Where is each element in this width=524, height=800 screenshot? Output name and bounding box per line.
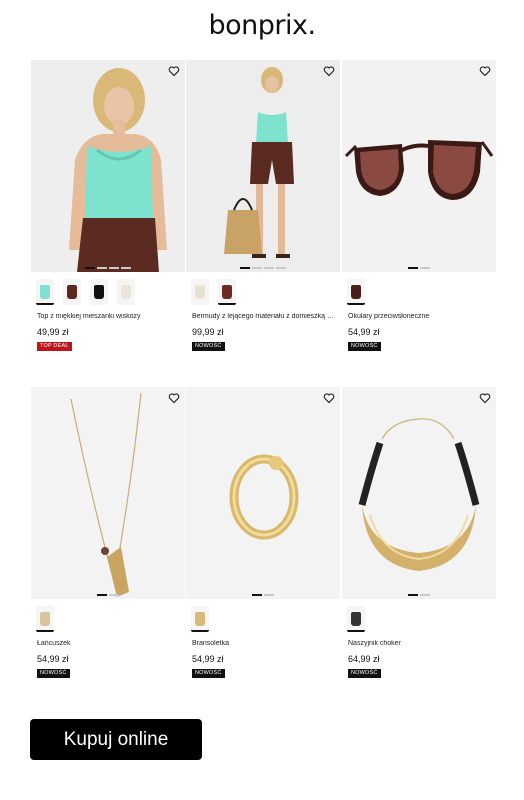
heart-icon[interactable]	[168, 65, 180, 77]
image-pager[interactable]	[97, 594, 119, 596]
product-image[interactable]	[342, 387, 496, 599]
image-pager[interactable]	[85, 267, 131, 269]
color-swatches	[36, 279, 135, 305]
product-card-top[interactable]: Top z miękkiej mieszanki wiskozy 49,99 z…	[31, 60, 185, 351]
product-card-choker[interactable]: Naszyjnik choker 64,99 zł NOWOŚĆ	[342, 387, 496, 678]
product-image[interactable]	[31, 387, 185, 599]
product-card-okulary[interactable]: Okulary przeciwsłoneczne 54,99 zł NOWOŚĆ	[342, 60, 496, 351]
necklace-chain-illustration	[31, 387, 185, 599]
product-name[interactable]: Top z miękkiej mieszanki wiskozy	[37, 313, 183, 320]
swatch-mint[interactable]	[36, 279, 54, 305]
heart-icon[interactable]	[168, 392, 180, 404]
bracelet-illustration	[186, 387, 340, 599]
product-badge: NOWOŚĆ	[192, 669, 225, 678]
product-name[interactable]: Okulary przeciwsłoneczne	[348, 313, 494, 320]
color-swatches	[191, 279, 236, 305]
product-price: 64,99 zł	[348, 654, 380, 664]
color-swatches	[347, 606, 365, 632]
product-name[interactable]: Bransoletka	[192, 640, 338, 647]
swatch-cream[interactable]	[117, 279, 135, 305]
image-pager[interactable]	[240, 267, 286, 269]
product-price: 54,99 zł	[37, 654, 69, 664]
heart-icon[interactable]	[479, 392, 491, 404]
shop-online-button[interactable]: Kupuj online	[30, 719, 202, 760]
image-pager[interactable]	[252, 594, 274, 596]
swatch-brown[interactable]	[347, 279, 365, 305]
product-price: 54,99 zł	[348, 327, 380, 337]
product-name[interactable]: Naszyjnik choker	[348, 640, 494, 647]
image-pager[interactable]	[408, 267, 430, 269]
model-bermudy-illustration	[186, 60, 340, 272]
brand-logo[interactable]: bonprix.	[0, 10, 524, 41]
product-name[interactable]: Bermudy z lejącego materiału z domieszką…	[192, 313, 338, 320]
swatch-gold[interactable]	[36, 606, 54, 632]
sunglasses-illustration	[342, 60, 496, 272]
swatch-gold[interactable]	[191, 606, 209, 632]
heart-icon[interactable]	[323, 65, 335, 77]
heart-icon[interactable]	[323, 392, 335, 404]
product-card-lancuszek[interactable]: Łańcuszek 54,99 zł NOWOŚĆ	[31, 387, 185, 678]
choker-illustration	[342, 387, 496, 599]
product-badge: NOWOŚĆ	[348, 342, 381, 351]
product-price: 54,99 zł	[192, 654, 224, 664]
product-card-bermudy[interactable]: Bermudy z lejącego materiału z domieszką…	[186, 60, 340, 351]
product-badge: NOWOŚĆ	[348, 669, 381, 678]
color-swatches	[347, 279, 365, 305]
product-card-bransoletka[interactable]: Bransoletka 54,99 zł NOWOŚĆ	[186, 387, 340, 678]
product-badge: NOWOŚĆ	[37, 669, 70, 678]
product-price: 49,99 zł	[37, 327, 69, 337]
color-swatches	[36, 606, 54, 632]
swatch-brown[interactable]	[218, 279, 236, 305]
product-badge: NOWOŚĆ	[192, 342, 225, 351]
image-pager[interactable]	[408, 594, 430, 596]
product-image[interactable]	[186, 60, 340, 272]
color-swatches	[191, 606, 209, 632]
swatch-cream[interactable]	[191, 279, 209, 305]
product-price: 99,99 zł	[192, 327, 224, 337]
swatch-black[interactable]	[347, 606, 365, 632]
swatch-brown[interactable]	[63, 279, 81, 305]
swatch-black[interactable]	[90, 279, 108, 305]
product-name[interactable]: Łańcuszek	[37, 640, 183, 647]
heart-icon[interactable]	[479, 65, 491, 77]
product-image[interactable]	[342, 60, 496, 272]
product-badge: TOP DEAL	[37, 342, 72, 351]
product-image[interactable]	[186, 387, 340, 599]
product-image[interactable]	[31, 60, 185, 272]
model-top-illustration	[31, 60, 185, 272]
